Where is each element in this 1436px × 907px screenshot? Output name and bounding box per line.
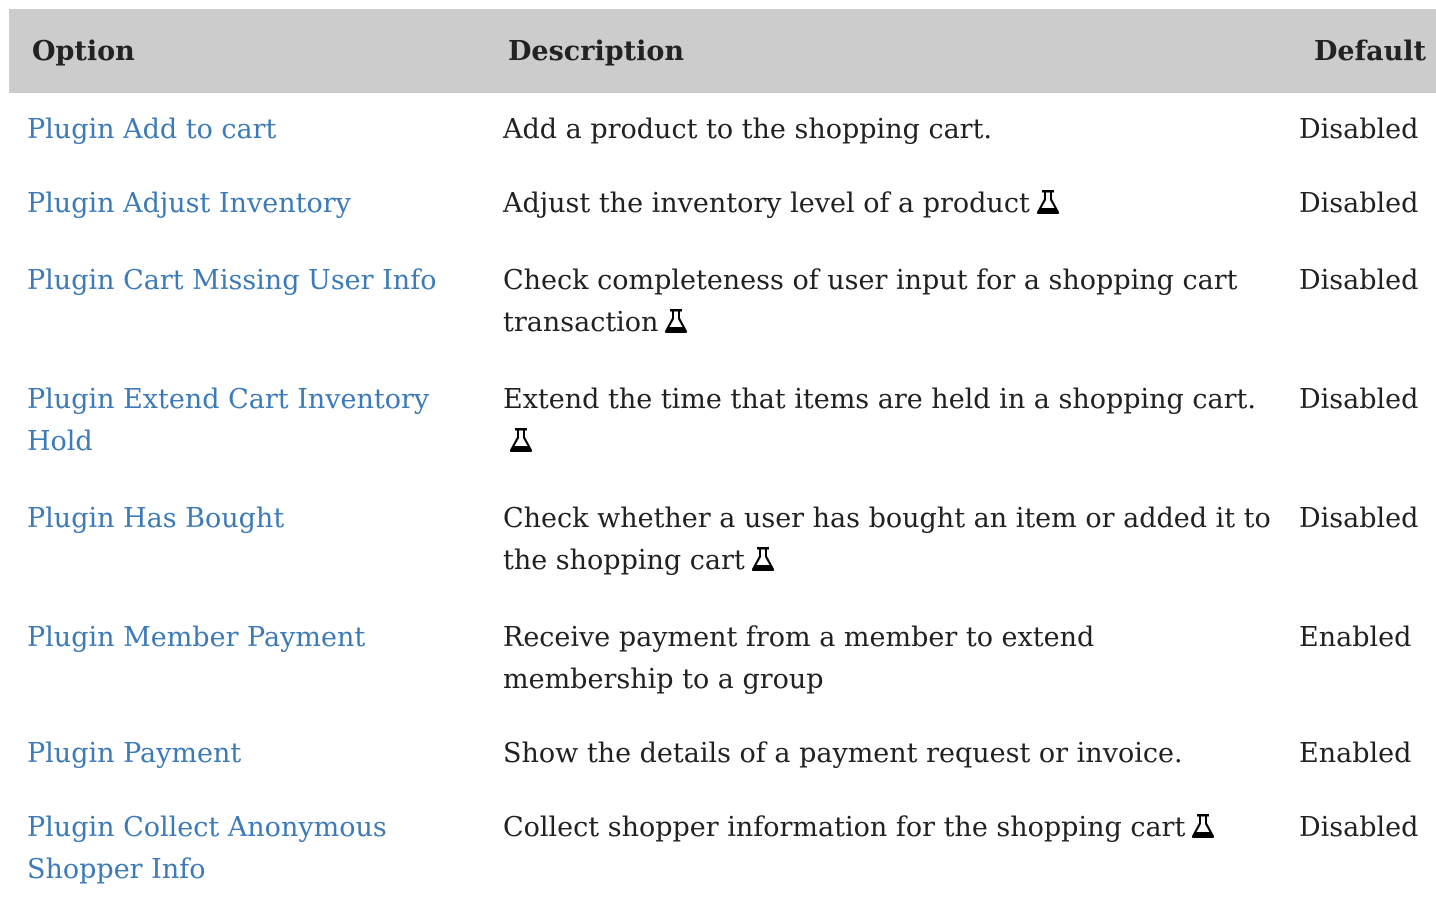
default-cell: Disabled [1299, 503, 1419, 534]
option-link[interactable]: Plugin Adjust Inventory [27, 188, 351, 219]
table-row: Plugin Adjust Inventory Adjust the invent… [9, 167, 1436, 244]
option-link[interactable]: Plugin Member Payment [27, 622, 365, 653]
description-text: Extend the time that items are held in a… [503, 384, 1256, 415]
table-row: Plugin Add to cart Add a product to the s… [9, 93, 1436, 167]
option-cell: Plugin Add to cart [9, 93, 485, 167]
description-text: Check whether a user has bought an item … [503, 503, 1271, 576]
table-row: Plugin Has Bought Check whether a user ha… [9, 482, 1436, 601]
option-link[interactable]: Plugin Collect Anonymous Shopper Info [27, 812, 387, 885]
table-row: Plugin Extend Cart Inventory Hold Extend … [9, 363, 1436, 482]
table-row: Plugin Cart Missing User Info Check compl… [9, 244, 1436, 363]
default-cell: Enabled [1299, 738, 1412, 769]
default-cell: Enabled [1299, 622, 1412, 653]
description-cell: Receive payment from a member to extend … [485, 601, 1291, 717]
option-cell: Plugin Collect Anonymous Shopper Info [9, 791, 485, 907]
table-row: Plugin Payment Show the details of a paym… [9, 717, 1436, 791]
flask-icon [509, 424, 533, 466]
option-link[interactable]: Plugin Payment [27, 738, 241, 769]
default-cell: Disabled [1299, 188, 1419, 219]
option-link[interactable]: Plugin Add to cart [27, 114, 276, 145]
options-table-container: Option Description Default Plugin Add to… [9, 9, 1436, 907]
option-cell: Plugin Member Payment [9, 601, 485, 717]
table-header-row: Option Description Default [9, 9, 1436, 93]
option-cell: Plugin Adjust Inventory [9, 167, 485, 244]
table-row: Plugin Member Payment Receive payment fro… [9, 601, 1436, 717]
description-text: Show the details of a payment request or… [503, 738, 1183, 769]
flask-icon [751, 543, 775, 585]
column-header-default[interactable]: Default [1291, 9, 1436, 93]
default-cell: Disabled [1299, 265, 1419, 296]
flask-icon [1191, 810, 1215, 852]
description-cell: Add a product to the shopping cart. [485, 93, 1291, 167]
plugin-options-table: Option Description Default Plugin Add to… [9, 9, 1436, 907]
description-text: Add a product to the shopping cart. [503, 114, 993, 145]
option-link[interactable]: Plugin Extend Cart Inventory Hold [27, 384, 429, 457]
description-text: Check completeness of user input for a s… [503, 265, 1238, 338]
description-cell: Show the details of a payment request or… [485, 717, 1291, 791]
description-cell: Collect shopper information for the shop… [485, 791, 1291, 907]
option-cell: Plugin Payment [9, 717, 485, 791]
flask-icon [664, 305, 688, 347]
description-cell: Check completeness of user input for a s… [485, 244, 1291, 363]
option-link[interactable]: Plugin Cart Missing User Info [27, 265, 436, 296]
table-row: Plugin Collect Anonymous Shopper Info Col… [9, 791, 1436, 907]
option-link[interactable]: Plugin Has Bought [27, 503, 284, 534]
description-cell: Extend the time that items are held in a… [485, 363, 1291, 482]
column-header-description[interactable]: Description [485, 9, 1291, 93]
description-cell: Adjust the inventory level of a product [485, 167, 1291, 244]
default-cell: Disabled [1299, 384, 1419, 415]
default-cell: Disabled [1299, 114, 1419, 145]
description-text: Collect shopper information for the shop… [503, 812, 1186, 843]
description-cell: Check whether a user has bought an item … [485, 482, 1291, 601]
option-cell: Plugin Cart Missing User Info [9, 244, 485, 363]
flask-icon [1036, 186, 1060, 228]
description-text: Adjust the inventory level of a product [503, 188, 1030, 219]
option-cell: Plugin Extend Cart Inventory Hold [9, 363, 485, 482]
option-cell: Plugin Has Bought [9, 482, 485, 601]
description-text: Receive payment from a member to extend … [503, 622, 1095, 695]
column-header-option[interactable]: Option [9, 9, 485, 93]
default-cell: Disabled [1299, 812, 1419, 843]
table-body: Plugin Add to cart Add a product to the s… [9, 93, 1436, 907]
